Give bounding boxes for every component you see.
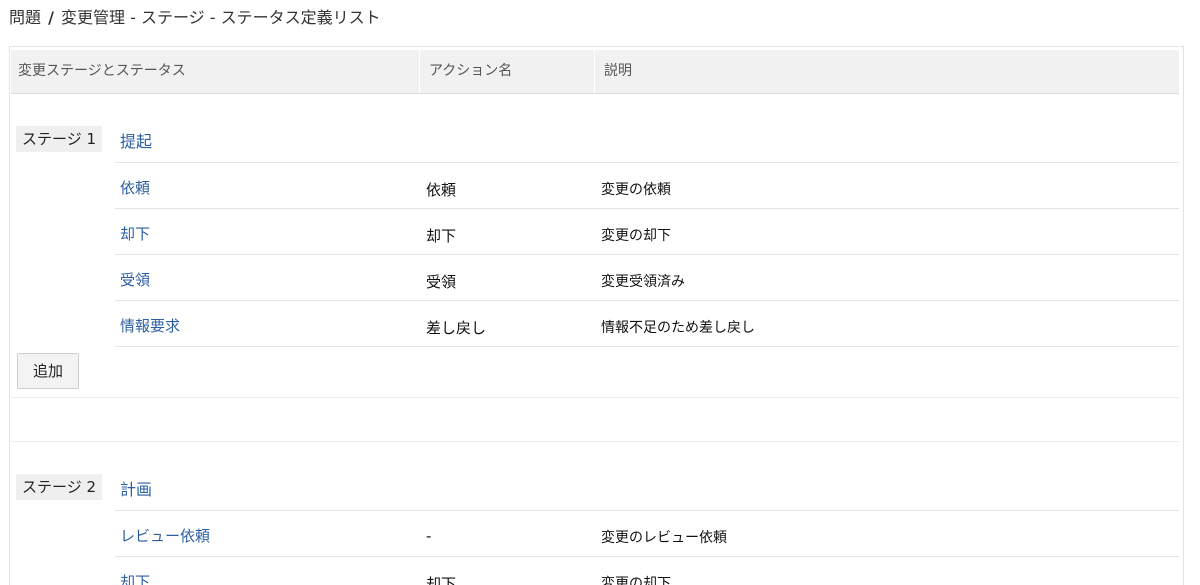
page-title: 変更管理 - ステージ - ステータス定義リスト	[61, 8, 381, 27]
breadcrumb-root[interactable]: 問題	[9, 8, 41, 27]
table-row: 却下 却下 変更の却下	[115, 556, 1179, 585]
column-header-action-name: アクション名	[429, 63, 513, 79]
column-header-description: 説明	[604, 63, 632, 79]
status-link[interactable]: 依頼	[120, 177, 150, 198]
status-description: 変更の却下	[601, 228, 671, 244]
action-name: -	[426, 527, 432, 545]
stage-2-label: ステージ 2	[16, 474, 103, 500]
action-name: 依頼	[426, 181, 457, 199]
status-description: 変更の却下	[601, 576, 671, 585]
column-header-stage-status: 変更ステージとステータス	[18, 63, 186, 79]
action-name: 却下	[426, 575, 457, 585]
column-divider	[419, 50, 420, 93]
stage-1-name-link[interactable]: 提起	[120, 128, 152, 152]
status-link[interactable]: 却下	[120, 223, 150, 244]
section-divider	[11, 397, 1179, 398]
action-name: 差し戻し	[426, 319, 487, 337]
table-row: 受領 受領 変更受領済み	[115, 254, 1179, 301]
row-divider	[115, 346, 1179, 347]
table-row: 依頼 依頼 変更の依頼	[115, 162, 1179, 209]
status-description: 変更のレビュー依頼	[601, 530, 727, 546]
status-description: 変更受領済み	[601, 274, 685, 290]
breadcrumb: 問題 / 変更管理 - ステージ - ステータス定義リスト	[9, 4, 381, 28]
status-link[interactable]: 情報要求	[120, 315, 180, 336]
status-link[interactable]: 却下	[120, 571, 150, 585]
status-description: 情報不足のため差し戻し	[601, 320, 755, 336]
stage-2-name-link[interactable]: 計画	[120, 476, 152, 500]
action-name: 受領	[426, 273, 457, 291]
change-stage-status-page: 問題 / 変更管理 - ステージ - ステータス定義リスト 変更ステージとステー…	[0, 0, 1200, 585]
status-description: 変更の依頼	[601, 182, 671, 198]
table-header: 変更ステージとステータス アクション名 説明	[11, 50, 1179, 94]
stage-1-label: ステージ 1	[16, 126, 103, 152]
status-link[interactable]: レビュー依頼	[120, 525, 210, 546]
section-divider	[11, 441, 1179, 442]
status-link[interactable]: 受領	[120, 269, 150, 290]
action-name: 却下	[426, 227, 457, 245]
table-row: 情報要求 差し戻し 情報不足のため差し戻し	[115, 300, 1179, 347]
add-status-button[interactable]: 追加	[17, 353, 79, 389]
table-row: 却下 却下 変更の却下	[115, 208, 1179, 255]
column-divider	[594, 50, 595, 93]
table-row: レビュー依頼 - 変更のレビュー依頼	[115, 510, 1179, 557]
breadcrumb-separator: /	[48, 8, 54, 27]
